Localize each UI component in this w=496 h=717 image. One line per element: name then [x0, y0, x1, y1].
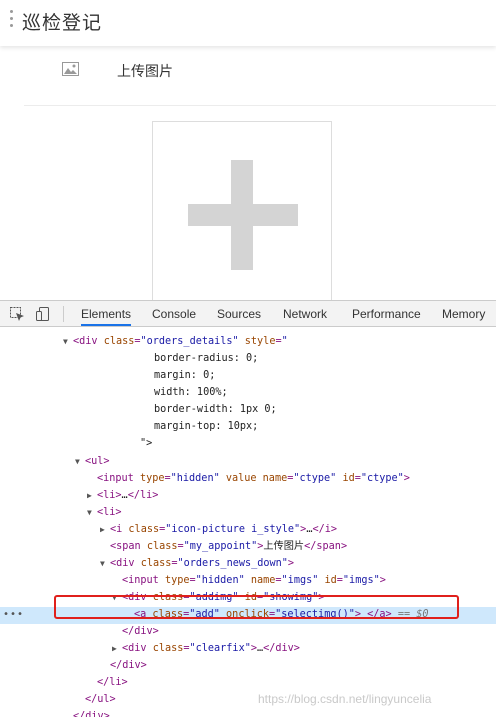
dom-node-line[interactable]: </li> — [0, 675, 496, 692]
dom-node-line[interactable]: border-radius: 0; — [0, 351, 496, 368]
more-actions-icon[interactable]: ••• — [3, 607, 24, 624]
toolbar-divider — [63, 306, 64, 322]
device-toolbar-icon[interactable] — [35, 306, 51, 322]
dom-node-line[interactable]: </div> — [0, 658, 496, 675]
plus-icon-bar — [188, 204, 298, 226]
mobile-page: 巡检登记 上传图片 — [0, 0, 496, 300]
dom-node-line[interactable]: margin-top: 10px; — [0, 419, 496, 436]
dom-node-line[interactable]: ▶ <div class="clearfix">…</div> — [0, 641, 496, 658]
more-menu-icon[interactable] — [8, 10, 14, 30]
dom-node-line[interactable]: <input type="hidden" name="imgs" id="img… — [0, 573, 496, 590]
upload-row: 上传图片 — [24, 52, 496, 106]
dom-tree[interactable]: ▼ <div class="orders_details" style=" bord… — [0, 328, 496, 717]
tab-console[interactable]: Console — [152, 301, 196, 327]
expand-toggle-icon[interactable]: ▶ — [100, 522, 110, 539]
tab-elements[interactable]: Elements — [81, 301, 132, 326]
dom-node-line[interactable]: </div> — [0, 624, 496, 641]
add-image-button[interactable] — [152, 121, 332, 300]
dom-node-line[interactable]: ▶ <i class="icon-picture i_style">…</i> — [0, 522, 496, 539]
page-title: 巡检登记 — [22, 12, 103, 34]
picture-icon — [62, 62, 79, 76]
dom-node-line[interactable]: <span class="my_appoint">上传图片</span> — [0, 539, 496, 556]
expand-toggle-icon[interactable]: ▼ — [100, 556, 110, 573]
tab-network[interactable]: Network — [283, 301, 327, 327]
dom-node-line[interactable]: <input type="hidden" value name="ctype" … — [0, 471, 496, 488]
dom-node-line[interactable]: ▼ <ul> — [0, 454, 496, 471]
tab-memory[interactable]: Memory — [442, 301, 485, 327]
expand-toggle-icon[interactable]: ▼ — [87, 505, 97, 522]
page-header: 巡检登记 — [0, 0, 496, 46]
upload-label: 上传图片 — [117, 64, 173, 80]
expand-toggle-icon[interactable]: ▼ — [63, 334, 73, 351]
devtools-tabbar: Elements Console Sources Network Perform… — [0, 301, 496, 327]
dom-node-line[interactable]: ▼ <li> — [0, 505, 496, 522]
dom-node-line[interactable]: margin: 0; — [0, 368, 496, 385]
dom-node-line[interactable]: </div> — [0, 709, 496, 717]
tab-performance[interactable]: Performance — [352, 301, 421, 327]
watermark: https://blog.csdn.net/lingyuncelia — [258, 692, 432, 706]
dom-node-line[interactable]: border-width: 1px 0; — [0, 402, 496, 419]
dom-node-line[interactable]: ▼ <div class="orders_news_down"> — [0, 556, 496, 573]
devtools-panel: Elements Console Sources Network Perform… — [0, 300, 496, 717]
tab-sources[interactable]: Sources — [217, 301, 261, 327]
expand-toggle-icon[interactable]: ▼ — [75, 454, 85, 471]
inspect-element-icon[interactable] — [9, 306, 25, 322]
dom-node-line[interactable]: "> — [0, 436, 496, 453]
expand-toggle-icon[interactable]: ▶ — [112, 641, 122, 658]
dom-node-line[interactable]: ▶ <li>…</li> — [0, 488, 496, 505]
expand-toggle-icon[interactable]: ▶ — [87, 488, 97, 505]
highlight-box — [54, 595, 459, 619]
dom-node-line[interactable]: ▼ <div class="orders_details" style=" — [0, 334, 496, 351]
dom-node-line[interactable]: width: 100%; — [0, 385, 496, 402]
